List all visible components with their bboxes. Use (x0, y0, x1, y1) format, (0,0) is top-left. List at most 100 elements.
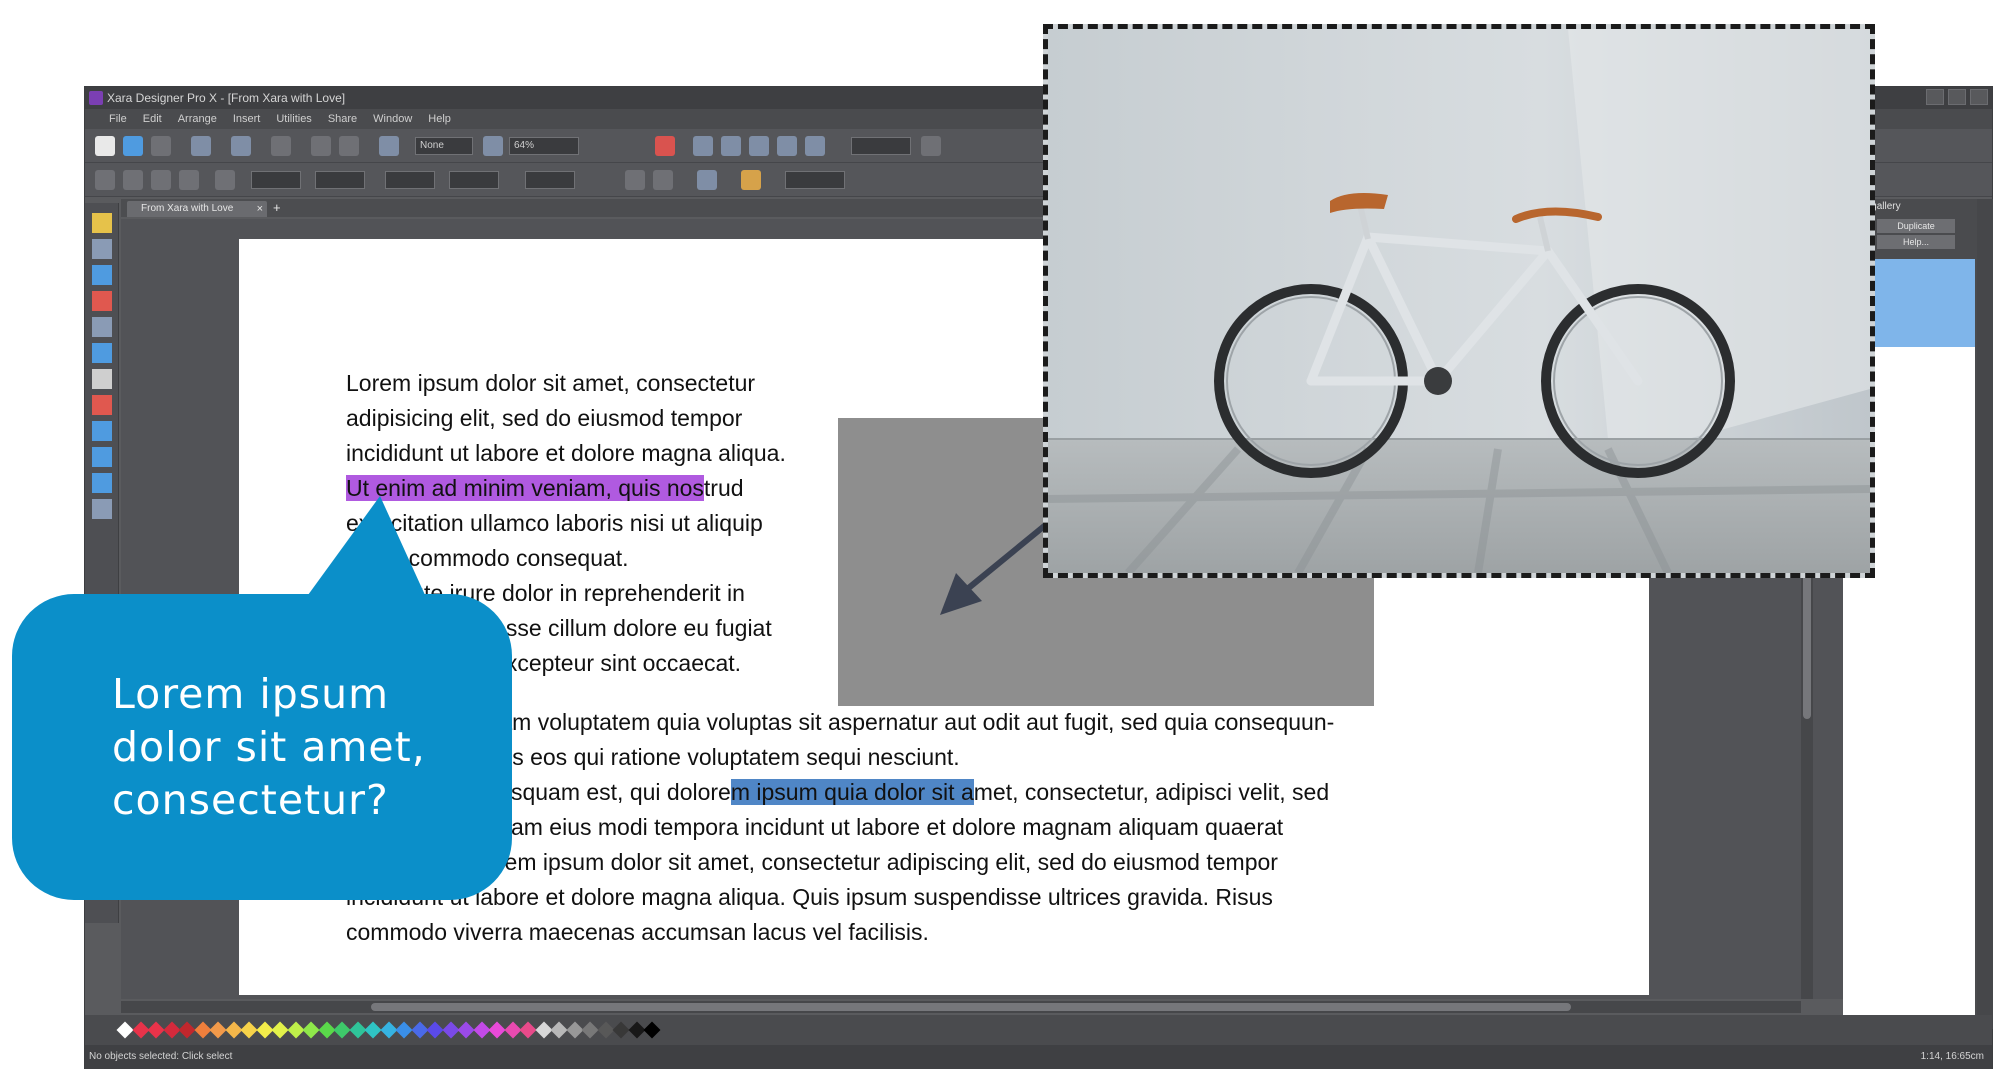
tag-icon[interactable] (741, 170, 761, 190)
cut-icon[interactable] (271, 136, 291, 156)
add-tab-icon[interactable]: + (273, 200, 281, 215)
palette-swatch[interactable] (271, 1021, 289, 1039)
export-icon[interactable] (231, 136, 251, 156)
rotate-icon[interactable] (179, 170, 199, 190)
bevel-tool-icon[interactable] (92, 473, 112, 493)
palette-swatch[interactable] (426, 1021, 444, 1039)
palette-swatch[interactable] (364, 1021, 382, 1039)
curve-icon[interactable] (123, 170, 143, 190)
menu-help[interactable]: Help (428, 109, 451, 129)
palette-swatch[interactable] (643, 1021, 661, 1039)
palette-swatch[interactable] (116, 1021, 134, 1039)
rotation-field[interactable] (525, 171, 575, 189)
palette-swatch[interactable] (178, 1021, 196, 1039)
palette-swatch[interactable] (240, 1021, 258, 1039)
bicycle-photo-frame[interactable] (1043, 24, 1875, 578)
zoom-tool-icon[interactable] (92, 499, 112, 519)
info-field[interactable] (785, 171, 845, 189)
document-tab-close-icon[interactable]: × (257, 201, 263, 217)
select-options-icon[interactable] (95, 170, 115, 190)
menu-window[interactable]: Window (373, 109, 412, 129)
pen-tool-icon[interactable] (92, 239, 112, 259)
palette-swatch[interactable] (442, 1021, 459, 1039)
menu-arrange[interactable]: Arrange (178, 109, 217, 129)
help-button[interactable]: Help... (1877, 235, 1955, 249)
palette-swatch[interactable] (380, 1021, 397, 1039)
link-icon[interactable] (749, 136, 769, 156)
menu-edit[interactable]: Edit (143, 109, 162, 129)
palette-swatch[interactable] (163, 1021, 180, 1039)
grid-icon[interactable] (215, 170, 235, 190)
palette-swatch[interactable] (457, 1021, 475, 1039)
palette-swatch[interactable] (411, 1021, 428, 1039)
palette-swatch[interactable] (581, 1021, 599, 1039)
height-field[interactable] (449, 171, 499, 189)
fill-tool-icon[interactable] (92, 395, 112, 415)
redo-icon[interactable] (339, 136, 359, 156)
shape-tool-icon[interactable] (92, 265, 112, 285)
palette-swatch[interactable] (519, 1021, 537, 1039)
new-document-icon[interactable] (95, 136, 115, 156)
palette-swatch[interactable] (535, 1021, 552, 1039)
globe-icon[interactable] (777, 136, 797, 156)
transparency-tool-icon[interactable] (92, 421, 112, 441)
maximize-button[interactable] (1948, 89, 1966, 105)
selected-page-thumbnail[interactable] (1873, 259, 1975, 347)
width-field[interactable] (315, 171, 365, 189)
open-folder-icon[interactable] (123, 136, 143, 156)
palette-swatch[interactable] (473, 1021, 490, 1039)
palette-swatch[interactable] (302, 1021, 320, 1039)
minimize-button[interactable] (1926, 89, 1944, 105)
import-icon[interactable] (191, 136, 211, 156)
palette-swatch[interactable] (132, 1021, 149, 1039)
shadow-tool-icon[interactable] (92, 447, 112, 467)
search-field[interactable] (851, 137, 911, 155)
fill-icon[interactable] (151, 170, 171, 190)
menu-file[interactable]: File (109, 109, 127, 129)
gallery-tabs-strip[interactable] (1977, 199, 1993, 1029)
flip-icon[interactable] (625, 170, 645, 190)
upload-icon[interactable] (805, 136, 825, 156)
blue-text-highlight[interactable]: m ipsum quia dolor sit a (730, 779, 974, 805)
horizontal-scrollbar[interactable] (121, 1001, 1801, 1013)
duplicate-button[interactable]: Duplicate (1877, 219, 1955, 233)
palette-swatch[interactable] (318, 1021, 335, 1039)
zoom-tool-icon[interactable] (379, 136, 399, 156)
style-dropdown[interactable]: None (415, 137, 473, 155)
menu-utilities[interactable]: Utilities (276, 109, 311, 129)
transform-icon[interactable] (697, 170, 717, 190)
palette-swatch[interactable] (209, 1021, 227, 1039)
page-icon[interactable] (721, 136, 741, 156)
undo-icon[interactable] (311, 136, 331, 156)
rectangle-tool-icon[interactable] (92, 343, 112, 363)
palette-swatch[interactable] (504, 1021, 521, 1039)
menu-insert[interactable]: Insert (233, 109, 261, 129)
x-position-field[interactable] (251, 171, 301, 189)
palette-swatch[interactable] (395, 1021, 413, 1039)
close-button[interactable] (1970, 89, 1988, 105)
palette-swatch[interactable] (349, 1021, 366, 1039)
document-tab[interactable]: From Xara with Love × (127, 201, 267, 217)
selector-tool-icon[interactable] (92, 213, 112, 233)
palette-swatch[interactable] (488, 1021, 506, 1039)
menu-share[interactable]: Share (328, 109, 357, 129)
palette-swatch[interactable] (194, 1021, 211, 1039)
palette-swatch[interactable] (612, 1021, 630, 1039)
preview-icon[interactable] (655, 136, 675, 156)
palette-swatch[interactable] (333, 1021, 351, 1039)
zoom-dropdown[interactable]: 64% (509, 137, 579, 155)
palette-swatch[interactable] (287, 1021, 304, 1039)
eraser-tool-icon[interactable] (92, 291, 112, 311)
palette-swatch[interactable] (147, 1021, 165, 1039)
text-tool-icon[interactable] (92, 369, 112, 389)
web-export-icon[interactable] (693, 136, 713, 156)
palette-swatch[interactable] (256, 1021, 273, 1039)
y-position-field[interactable] (385, 171, 435, 189)
palette-swatch[interactable] (566, 1021, 583, 1039)
text-block-2[interactable]: Nemo enim ipsam voluptatem quia voluptas… (346, 705, 1466, 950)
contour-tool-icon[interactable] (92, 317, 112, 337)
magnify-icon[interactable] (483, 136, 503, 156)
palette-swatch[interactable] (597, 1021, 614, 1039)
palette-swatch[interactable] (550, 1021, 568, 1039)
arrow-right-icon[interactable] (921, 136, 941, 156)
